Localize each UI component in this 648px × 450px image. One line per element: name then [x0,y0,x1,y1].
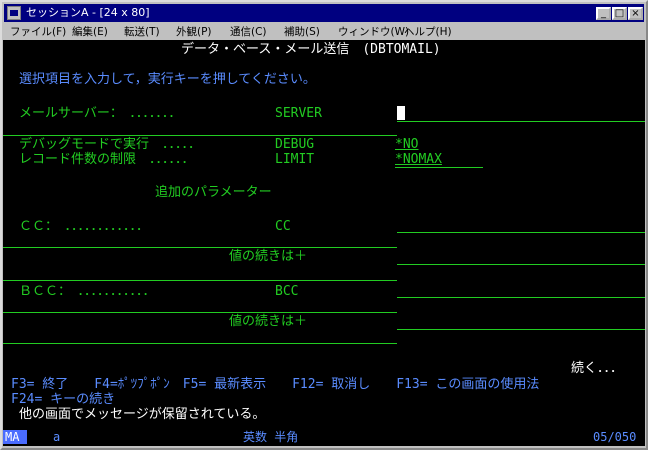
menu-edit[interactable]: 編集(E) [72,23,108,41]
bcc-input-2-cont[interactable] [3,343,397,344]
server-label: メールサーバー： ．．．．．．． [19,106,182,121]
ma-indicator: MA [5,430,20,444]
limit-label: レコード件数の制限 ．．．．．． [19,152,195,167]
keyboard-mode: 英数 半角 [243,430,299,444]
cursor-position: 05/050 [593,430,637,444]
terminal-screen[interactable]: データ・ベース・メール送信 (DBTOMAIL) 選択項目を入力して，実行キーを… [3,40,645,428]
maximize-button[interactable]: □ [612,7,627,20]
server-keyword: SERVER [275,106,322,121]
function-keys-line1[interactable]: F3= 終了 F4=ﾎﾟﾂﾌﾟﾎﾟﾝ F5= 最新表示 F12= 取消し F13… [11,377,539,392]
menu-communication[interactable]: 通信(C) [230,23,267,41]
cc-keyword: CC [275,219,291,234]
minimize-button[interactable]: _ [596,7,611,20]
instruction-text: 選択項目を入力して，実行キーを押してください。 [19,72,316,87]
text-cursor [397,106,405,120]
bcc-input-1[interactable] [397,297,645,298]
server-input-continuation[interactable] [3,135,397,136]
menu-bar: ファイル(F) 編集(E) 転送(T) 外観(P) 通信(C) 補助(S) ウィ… [4,23,644,41]
limit-input[interactable]: *NOMAX [395,152,442,167]
additional-parameters-heading: 追加のパラメーター [155,185,272,200]
menu-help[interactable]: ヘルプ(H) [404,23,452,41]
server-input[interactable] [397,121,645,122]
function-keys-line2[interactable]: F24= キーの続き [11,392,115,407]
cc-input-1-cont[interactable] [3,247,397,248]
bcc-keyword: BCC [275,284,299,299]
menu-assist[interactable]: 補助(S) [284,23,320,41]
debug-input[interactable]: *NO [395,137,418,152]
screen-heading: データ・ベース・メール送信 (DBTOMAIL) [181,42,441,57]
debug-label: デバッグモードで実行 ．．．．． [19,137,202,152]
limit-keyword: LIMIT [275,152,315,167]
close-button[interactable]: × [628,7,643,20]
bcc-input-1-cont[interactable] [3,312,397,313]
window-title: セッションA - [24 x 80] [26,6,150,19]
cc-input-2[interactable] [397,264,645,265]
cc-label: ＣＣ： ．．．．．．．．．．．． [19,219,150,234]
input-mode-indicator: a [53,430,61,444]
message-line: 他の画面でメッセージが保留されている。 [19,407,266,422]
bcc-continue-label: 値の続きは＋ [229,314,308,329]
bcc-input-2[interactable] [397,329,645,330]
cc-continue-label: 値の続きは＋ [229,249,308,264]
app-icon[interactable] [7,6,21,20]
status-bar: MA a 英数 半角 05/050 [3,428,645,446]
debug-keyword: DEBUG [275,137,315,152]
bcc-label: ＢＣＣ： ．．．．．．．．．．． [19,284,156,299]
menu-window[interactable]: ウィンドウ(W) [338,23,409,41]
menu-appearance[interactable]: 外観(P) [176,23,212,41]
cc-input-2-cont[interactable] [3,280,397,281]
menu-file[interactable]: ファイル(F) [10,23,66,41]
limit-input-underline [395,167,483,168]
more-indicator: 続く．．． [571,361,624,376]
menu-transfer[interactable]: 転送(T) [124,23,160,41]
title-bar[interactable]: セッションA - [24 x 80] _ □ × [4,4,644,22]
cc-input-1[interactable] [397,232,645,233]
